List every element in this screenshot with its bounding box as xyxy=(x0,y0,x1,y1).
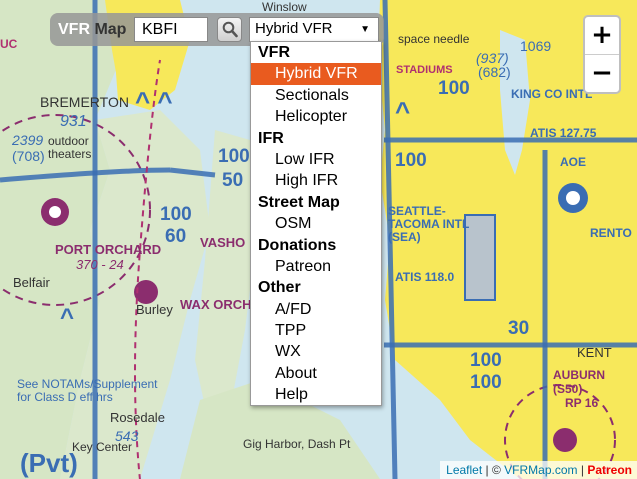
map-label-50: 50 xyxy=(222,170,244,191)
map-label-outdoor: outdoor theaters xyxy=(48,134,92,161)
map-label-wax-orch: WAX ORCH xyxy=(180,297,252,312)
dropdown-option-patreon[interactable]: Patreon xyxy=(251,256,381,277)
dropdown-option-high-ifr[interactable]: High IFR xyxy=(251,170,381,191)
dropdown-option-tpp[interactable]: TPP xyxy=(251,320,381,341)
dropdown-option-helicopter[interactable]: Helicopter xyxy=(251,106,381,127)
map-label-aoe: AOE xyxy=(560,155,587,169)
map-label-682: 1069 xyxy=(520,38,552,54)
map-label-rosedale: Rosedale xyxy=(110,410,165,425)
map-label-space-needle: space needle xyxy=(398,32,470,46)
dropdown-option-osm[interactable]: OSM xyxy=(251,213,381,234)
map-label-atis-118: ATIS 118.0 xyxy=(395,270,455,284)
airport-search-input[interactable] xyxy=(134,17,208,42)
dropdown-option-afd[interactable]: A/FD xyxy=(251,299,381,320)
map-label-100-a: 100 xyxy=(160,204,192,225)
dropdown-group-other: Other xyxy=(258,279,301,297)
dropdown-group-vfr: VFR xyxy=(258,44,290,61)
map-label-60: 60 xyxy=(165,226,187,247)
map-label-bremerton: BREMERTON xyxy=(40,94,129,110)
map-label-rp16: RP 16 xyxy=(565,396,599,410)
dropdown-option-help[interactable]: Help xyxy=(251,384,381,405)
leaflet-link[interactable]: Leaflet xyxy=(446,463,482,477)
map-label-port-orchard-info: 370 - 24 xyxy=(76,257,124,272)
dropdown-group-street-map: Street Map xyxy=(258,193,340,211)
app-brand: VFR Map xyxy=(58,21,126,39)
map-label-seatac: SEATTLE-TACOMA INTL (SEA) xyxy=(388,204,470,244)
map-label-100-b: 100 xyxy=(218,146,250,167)
brand-map: Map xyxy=(94,21,127,38)
dropdown-group-ifr: IFR xyxy=(258,129,284,147)
zoom-out-button[interactable]: − xyxy=(585,55,619,92)
chart-type-select[interactable]: Hybrid VFR ▼ xyxy=(249,17,379,42)
attribution-bar: Leaflet | © VFRMap.com | Patreon xyxy=(440,461,637,479)
map-label-belfair: Belfair xyxy=(13,275,50,290)
map-label-burley: Burley xyxy=(136,302,173,317)
dropdown-arrow-icon: ▼ xyxy=(360,24,370,35)
map-label-12: (Pvt) xyxy=(20,448,78,478)
dropdown-option-about[interactable]: About xyxy=(251,363,381,384)
chart-type-selected-value: Hybrid VFR xyxy=(255,20,333,37)
dropdown-option-low-ifr[interactable]: Low IFR xyxy=(251,149,381,170)
map-label-light-area: UC xyxy=(0,37,18,51)
map-label-notams: See NOTAMs/Supplement for Class D eff hr… xyxy=(17,377,158,404)
map-label-stadiums: STADIUMS xyxy=(396,64,453,76)
map-label-100-c: 100 xyxy=(438,78,470,99)
map-label-king-co: KING CO INTL xyxy=(511,87,593,101)
map-label-auburn: AUBURN (S50) xyxy=(553,368,605,396)
map-label-gig-harbor: Gig Harbor, Dash Pt xyxy=(243,437,351,451)
map-label-937: (682) xyxy=(478,64,511,80)
zoom-in-button[interactable]: + xyxy=(585,17,619,55)
map-label-sfc: 100 xyxy=(470,372,502,393)
dropdown-option-hybrid-vfr[interactable]: Hybrid VFR xyxy=(251,63,381,85)
patreon-link[interactable]: Patreon xyxy=(587,463,632,477)
search-button[interactable] xyxy=(217,17,242,42)
magnifier-icon xyxy=(222,21,238,38)
map-label-708: (708) xyxy=(12,148,45,164)
vfrmap-link[interactable]: VFRMap.com xyxy=(504,463,577,477)
brand-vfr: VFR xyxy=(58,21,90,38)
map-label-100-e: 100 xyxy=(470,350,502,371)
dropdown-group-donations: Donations xyxy=(258,236,337,254)
map-label-100-d: 100 xyxy=(395,150,427,171)
attribution-separator-2: | xyxy=(577,463,588,477)
map-label-vasho: VASHO xyxy=(200,235,246,250)
map-label-543: 543 xyxy=(115,428,139,444)
zoom-control: + − xyxy=(583,15,621,94)
map-label-931: 931 xyxy=(60,113,87,130)
map-label-atis-127: ATIS 127.75 xyxy=(530,126,597,140)
map-label-kent: KENT xyxy=(577,345,612,360)
map-label-winslow: Winslow xyxy=(262,0,307,14)
map-label-rento: RENTO xyxy=(590,226,632,240)
map-label-port-orchard: PORT ORCHARD xyxy=(55,242,162,257)
dropdown-option-sectionals[interactable]: Sectionals xyxy=(251,85,381,106)
attribution-separator: | © xyxy=(482,463,505,477)
map-label-2399: 2399 xyxy=(12,132,44,148)
map-label-30-a: 30 xyxy=(508,318,530,339)
dropdown-option-wx[interactable]: WX xyxy=(251,341,381,362)
chart-type-dropdown: VFR Hybrid VFR Sectionals Helicopter IFR… xyxy=(250,41,382,406)
